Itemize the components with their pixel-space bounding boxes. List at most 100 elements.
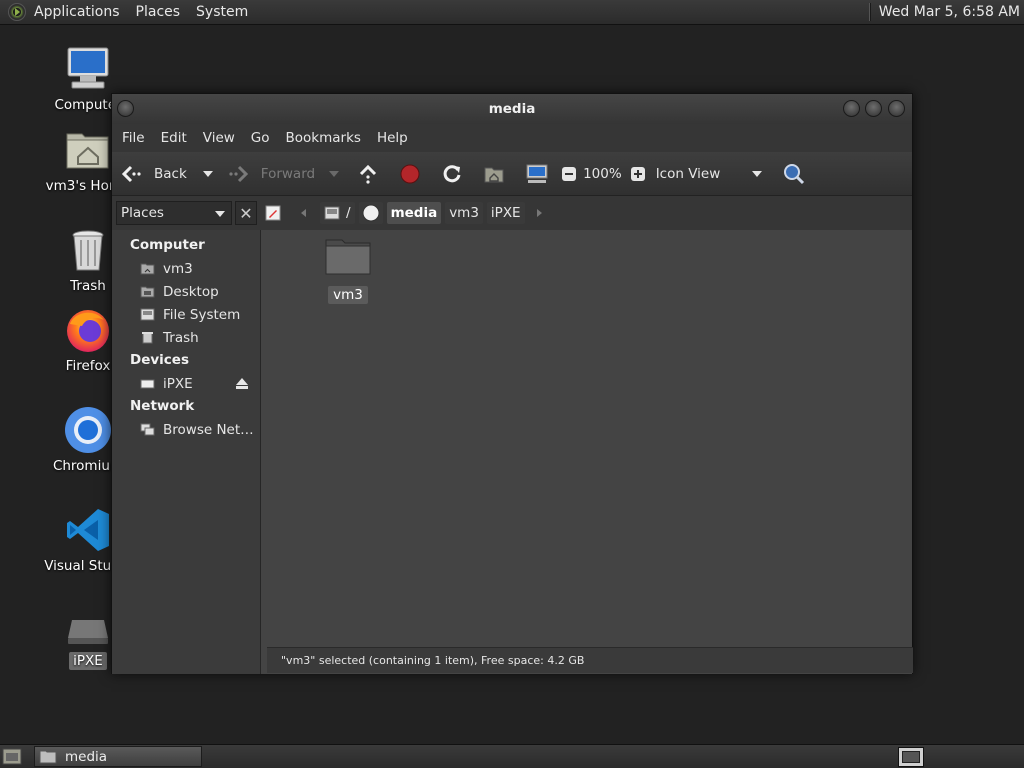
toolbar: Back Forward 100% Icon View — [112, 152, 912, 196]
chevron-down-icon — [329, 170, 340, 177]
file-view[interactable]: vm3 — [261, 230, 912, 674]
crumb-media-icon[interactable] — [358, 202, 383, 224]
folder-item-vm3[interactable]: vm3 — [323, 236, 373, 304]
sidebar-heading-network: Network — [130, 398, 195, 414]
filesystem-icon — [140, 308, 155, 321]
desktop-icon — [140, 286, 155, 298]
sidebar-item-ipxe[interactable]: iPXE — [112, 372, 260, 395]
sidebar-item-label: Browse Net… — [163, 421, 254, 438]
up-button[interactable] — [357, 159, 379, 189]
network-icon — [140, 423, 155, 436]
places-menu[interactable]: Places — [128, 0, 189, 25]
zoom-out-icon — [562, 166, 577, 181]
close-sidebar-button[interactable]: ✕ — [235, 201, 257, 225]
forward-label: Forward — [260, 165, 316, 182]
sidebar-item-filesystem[interactable]: File System — [112, 303, 260, 326]
desktop-icon-label: iPXE — [69, 652, 107, 670]
maximize-button[interactable] — [865, 100, 882, 117]
crumb-media[interactable]: media — [386, 202, 442, 224]
computer-button[interactable] — [525, 159, 549, 189]
show-desktop-icon — [2, 748, 22, 765]
trash-icon — [64, 226, 112, 274]
forward-history-dropdown[interactable] — [329, 159, 340, 189]
sidebar-item-label: Trash — [163, 329, 199, 346]
close-icon: ✕ — [239, 203, 253, 223]
crumb-root-label: / — [346, 205, 351, 221]
window-menu-button[interactable] — [117, 100, 134, 117]
sidebar-item-label: Desktop — [163, 283, 219, 300]
search-button[interactable] — [782, 159, 806, 189]
scroll-left-icon[interactable] — [301, 209, 306, 217]
folder-icon — [39, 750, 57, 763]
minimize-button[interactable] — [843, 100, 860, 117]
folder-label: vm3 — [328, 286, 368, 304]
eject-icon[interactable] — [236, 378, 248, 389]
sidebar-item-vm3[interactable]: vm3 — [112, 257, 260, 280]
search-icon — [783, 163, 804, 184]
chromium-icon — [64, 406, 112, 454]
stop-icon — [400, 164, 420, 183]
chevron-down-icon — [751, 170, 762, 177]
sidebar-type-select[interactable]: Places — [116, 201, 232, 225]
crumb-root[interactable]: / — [320, 202, 355, 224]
view-mode-label: Icon View — [655, 165, 721, 182]
workspace-switcher[interactable] — [898, 747, 924, 767]
clock[interactable]: Wed Mar 5, 6:58 AM — [871, 4, 1024, 20]
reload-button[interactable] — [441, 159, 463, 189]
window-titlebar[interactable]: media — [112, 94, 912, 124]
zoom-in-icon — [630, 166, 645, 181]
zoom-out-button[interactable] — [561, 159, 577, 189]
folder-icon — [325, 239, 371, 275]
home-folder-icon — [484, 167, 504, 182]
drive-icon — [140, 379, 155, 389]
computer-icon — [526, 164, 548, 183]
firefox-icon — [64, 306, 112, 354]
vscode-icon — [64, 506, 112, 554]
taskbar-item-label: media — [65, 748, 108, 765]
sidebar-item-desktop[interactable]: Desktop — [112, 280, 260, 303]
breadcrumb: / media vm3 iPXE — [301, 202, 542, 224]
show-desktop-button[interactable] — [2, 748, 22, 765]
home-button[interactable] — [483, 159, 505, 189]
home-icon — [140, 263, 155, 275]
menu-help[interactable]: Help — [369, 130, 416, 146]
forward-button[interactable]: Forward — [227, 159, 315, 189]
edit-location-button[interactable] — [263, 202, 283, 224]
close-button[interactable] — [888, 100, 905, 117]
file-manager-window: media File Edit View Go Bookmarks Help B… — [111, 93, 913, 674]
drive-icon — [64, 612, 112, 648]
menu-edit[interactable]: Edit — [153, 130, 195, 146]
menu-bookmarks[interactable]: Bookmarks — [278, 130, 369, 146]
taskbar-item-media[interactable]: media — [34, 746, 202, 767]
system-menu[interactable]: System — [188, 0, 256, 25]
sidebar-heading-computer: Computer — [130, 237, 205, 253]
menu-file[interactable]: File — [114, 130, 153, 146]
sidebar-item-trash[interactable]: Trash — [112, 326, 260, 349]
stop-button[interactable] — [399, 159, 421, 189]
applications-menu[interactable]: Applications — [26, 0, 128, 25]
zoom-in-button[interactable] — [630, 159, 646, 189]
scroll-right-icon[interactable] — [536, 209, 542, 217]
window-body: Computer vm3 Desktop File System Trash D… — [112, 230, 912, 674]
distro-logo-icon[interactable] — [8, 3, 26, 21]
up-arrow-icon — [360, 164, 377, 184]
back-button[interactable]: Back — [120, 159, 187, 189]
sidebar-item-browse-network[interactable]: Browse Net… — [112, 418, 260, 441]
bottom-panel: media — [0, 744, 1024, 768]
menu-go[interactable]: Go — [243, 130, 278, 146]
trash-icon — [142, 332, 153, 344]
location-bar: Places ✕ / media vm3 iPXE — [112, 196, 912, 230]
crumb-ipxe[interactable]: iPXE — [486, 202, 525, 224]
view-mode-select[interactable]: Icon View — [656, 159, 768, 189]
zoom-level[interactable]: 100% — [583, 159, 622, 189]
crumb-vm3[interactable]: vm3 — [445, 202, 483, 224]
back-label: Back — [154, 165, 187, 182]
reload-icon — [443, 164, 461, 182]
chevron-down-icon — [202, 170, 213, 177]
back-arrow-icon — [121, 165, 141, 182]
menu-view[interactable]: View — [195, 130, 243, 146]
menubar: File Edit View Go Bookmarks Help — [112, 124, 912, 152]
sidebar-item-label: vm3 — [163, 260, 193, 277]
home-folder-icon — [64, 126, 112, 174]
back-history-dropdown[interactable] — [202, 159, 213, 189]
